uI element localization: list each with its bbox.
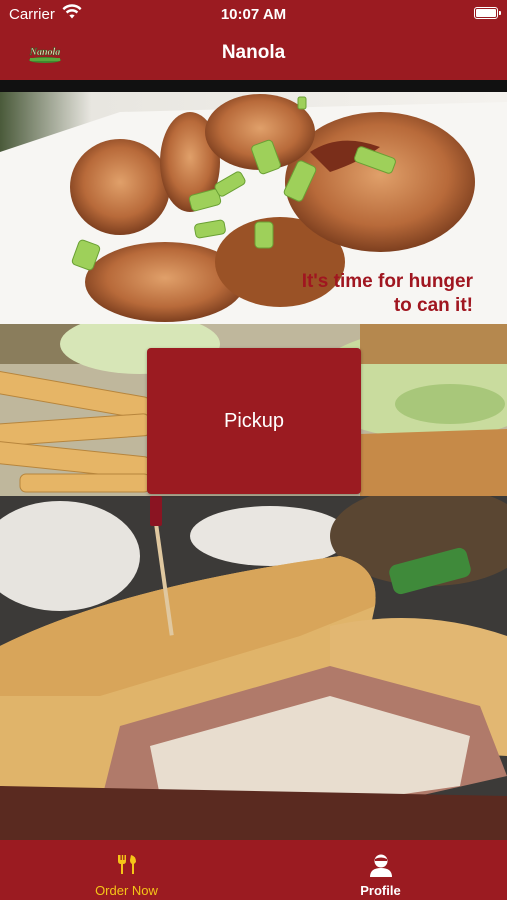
user-icon (369, 854, 392, 877)
page-title: Nanola (221, 42, 286, 63)
utensils-icon (117, 855, 136, 874)
tab-bar: Order Now Profile (0, 840, 507, 900)
tab-profile-label: Profile (360, 883, 401, 898)
battery-icon (474, 7, 501, 19)
hero-banner: It's time for hunger to can it! (0, 92, 507, 324)
nav-bar: Nanola Nanola (0, 28, 507, 80)
status-bar: Carrier 10:07 AM (0, 0, 507, 28)
status-time: 10:07 AM (220, 6, 287, 23)
pickup-label: Pickup (223, 409, 285, 432)
sandwich-image-banner (0, 496, 507, 840)
hero-tagline: It's time for hunger to can it! (301, 271, 473, 316)
nav-divider (0, 80, 507, 92)
sandwich-image (0, 496, 507, 840)
tab-profile[interactable]: Profile (254, 840, 507, 900)
tab-order-now[interactable]: Order Now (0, 840, 253, 900)
pickup-button[interactable]: Pickup (147, 348, 361, 494)
tab-order-now-label: Order Now (95, 883, 158, 898)
